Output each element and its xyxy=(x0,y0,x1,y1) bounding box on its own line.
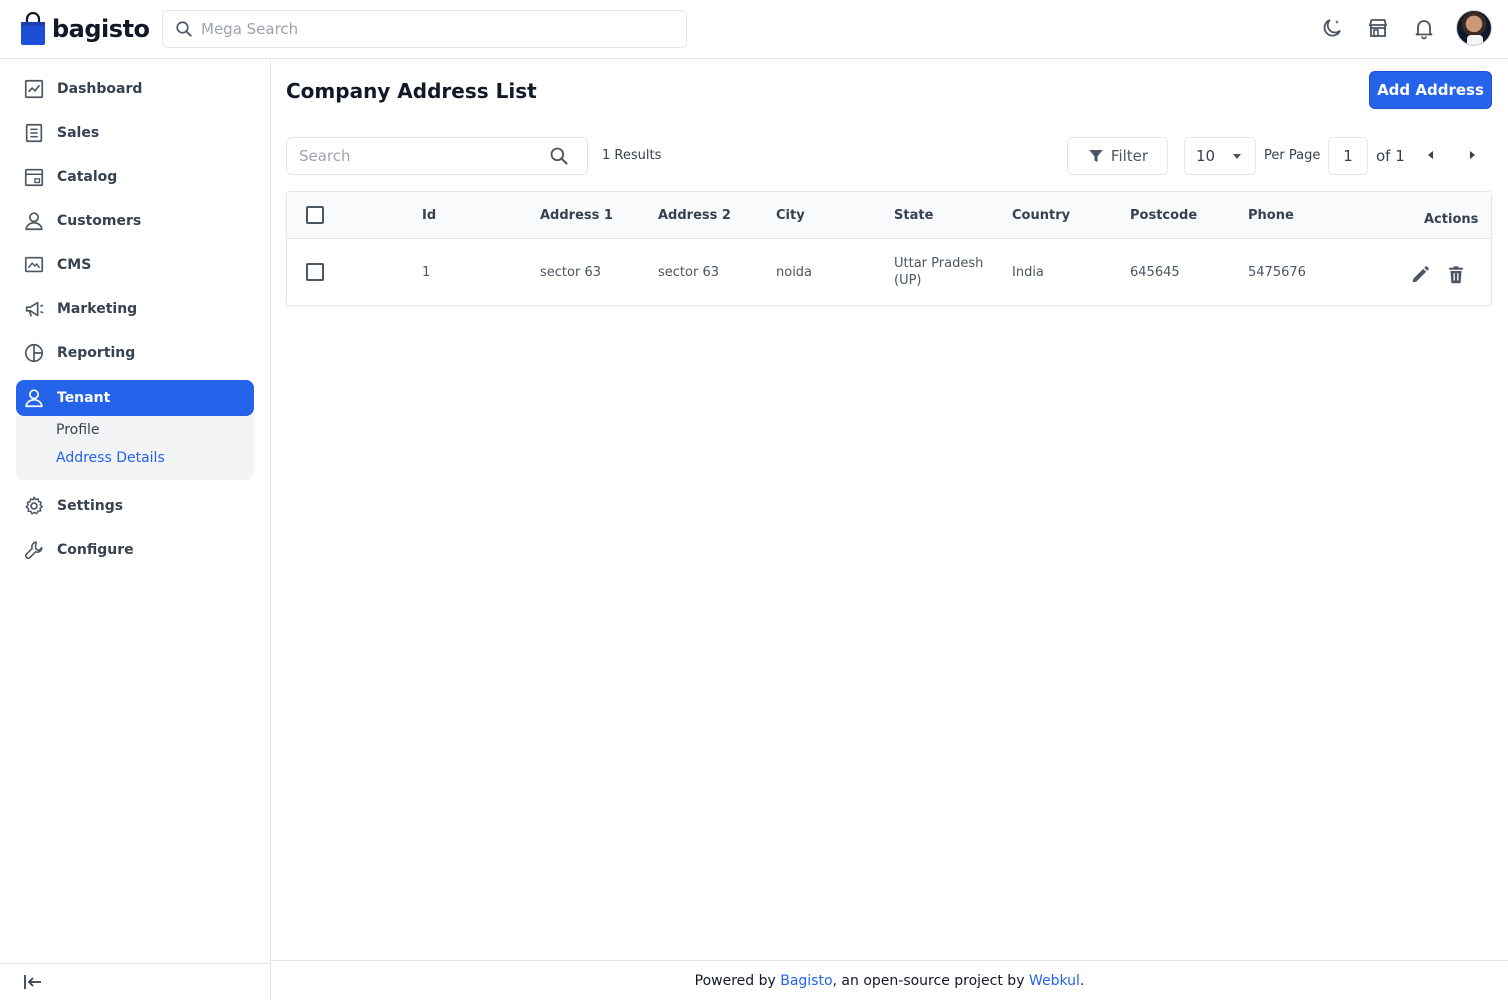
marketing-icon xyxy=(25,301,44,317)
store-icon[interactable] xyxy=(1364,14,1392,42)
avatar[interactable] xyxy=(1456,10,1492,46)
datagrid-search-input[interactable] xyxy=(299,147,549,165)
sidebar-item-configure[interactable]: Configure xyxy=(16,532,254,568)
page-title: Company Address List xyxy=(286,79,537,103)
search-icon[interactable] xyxy=(549,146,569,166)
cell-id: 1 xyxy=(422,265,431,280)
sidebar-collapse-bar xyxy=(0,963,270,1000)
per-page-label: Per Page xyxy=(1264,148,1321,163)
sidebar-item-label: CMS xyxy=(57,257,92,273)
footer-prefix: Powered by xyxy=(694,972,781,989)
select-all-checkbox[interactable] xyxy=(306,206,324,224)
sidebar-item-label: Customers xyxy=(57,213,142,229)
table-header: Id Address 1 Address 2 City State Countr… xyxy=(287,192,1491,239)
sidebar-item-label: Reporting xyxy=(57,345,136,361)
sidebar-item-label: Dashboard xyxy=(57,81,143,97)
cms-icon xyxy=(24,256,44,273)
sidebar-item-label: Settings xyxy=(57,498,124,514)
cell-address1: sector 63 xyxy=(540,265,601,280)
filter-label: Filter xyxy=(1110,147,1149,165)
sidebar-item-reporting[interactable]: Reporting xyxy=(16,335,254,371)
search-icon xyxy=(176,21,192,37)
per-page-select[interactable]: 10 xyxy=(1184,137,1256,175)
moon-icon[interactable] xyxy=(1318,14,1346,42)
cell-postcode: 645645 xyxy=(1130,265,1180,280)
column-header-address1[interactable]: Address 1 xyxy=(540,208,613,223)
column-header-country[interactable]: Country xyxy=(1012,208,1070,223)
total-pages: of 1 xyxy=(1376,147,1405,165)
edit-icon[interactable] xyxy=(1408,263,1432,287)
sidebar-item-label: Marketing xyxy=(57,301,138,317)
filter-icon xyxy=(1089,150,1103,162)
configure-icon xyxy=(24,541,43,560)
delete-icon[interactable] xyxy=(1444,263,1468,287)
top-bar: bagisto xyxy=(0,0,1508,59)
cell-phone: 5475676 xyxy=(1248,265,1306,280)
previous-page-icon[interactable] xyxy=(1421,145,1441,165)
bell-icon[interactable] xyxy=(1410,14,1438,42)
brand-logo[interactable]: bagisto xyxy=(20,12,150,46)
sidebar: Dashboard Sales Catalog Customers CMS Ma… xyxy=(0,59,271,1000)
mega-search-input[interactable] xyxy=(201,20,661,38)
cell-city: noida xyxy=(776,265,813,280)
tenant-submenu: Profile Address Details xyxy=(16,416,254,480)
bagisto-link[interactable]: Bagisto xyxy=(780,973,832,989)
sidebar-item-cms[interactable]: CMS xyxy=(16,247,254,283)
cell-state: Uttar Pradesh (UP) xyxy=(894,256,984,288)
footer: Powered by Bagisto , an open-source proj… xyxy=(271,960,1508,1000)
sidebar-item-label: Tenant xyxy=(57,390,111,406)
brand-name: bagisto xyxy=(52,15,150,43)
column-header-phone[interactable]: Phone xyxy=(1248,208,1294,223)
sidebar-item-sales[interactable]: Sales xyxy=(16,115,254,151)
next-page-icon[interactable] xyxy=(1462,145,1482,165)
sidebar-item-customers[interactable]: Customers xyxy=(16,203,254,239)
submenu-item-profile[interactable]: Profile xyxy=(56,422,100,438)
address-table: Id Address 1 Address 2 City State Countr… xyxy=(286,191,1492,306)
filter-button[interactable]: Filter xyxy=(1067,137,1168,175)
tenant-icon xyxy=(25,389,43,408)
customers-icon xyxy=(25,212,43,231)
sidebar-item-label: Configure xyxy=(57,542,134,558)
catalog-icon xyxy=(24,168,44,187)
footer-middle: , an open-source project by xyxy=(832,972,1029,989)
column-header-id[interactable]: Id xyxy=(422,208,436,223)
add-address-button[interactable]: Add Address xyxy=(1369,71,1492,109)
column-header-address2[interactable]: Address 2 xyxy=(658,208,731,223)
shopping-bag-icon xyxy=(21,12,45,45)
main-content: Company Address List Add Address 1 Resul… xyxy=(271,59,1508,1000)
reporting-icon xyxy=(24,343,44,363)
footer-suffix: . xyxy=(1079,972,1085,989)
webkul-link[interactable]: Webkul xyxy=(1029,973,1080,989)
collapse-sidebar-icon[interactable] xyxy=(22,973,44,991)
sidebar-item-dashboard[interactable]: Dashboard xyxy=(16,71,254,107)
column-header-actions: Actions xyxy=(1424,212,1479,227)
per-page-value: 10 xyxy=(1196,147,1216,165)
sidebar-item-label: Catalog xyxy=(57,169,118,185)
cell-address2: sector 63 xyxy=(658,265,719,280)
sidebar-item-catalog[interactable]: Catalog xyxy=(16,159,254,195)
header-actions xyxy=(1318,10,1492,46)
column-header-postcode[interactable]: Postcode xyxy=(1130,208,1197,223)
dashboard-icon xyxy=(24,79,44,99)
cell-country: India xyxy=(1012,265,1044,280)
current-page-input[interactable] xyxy=(1328,137,1368,175)
row-checkbox[interactable] xyxy=(306,263,324,281)
mega-search-box[interactable] xyxy=(162,10,687,48)
sidebar-item-settings[interactable]: Settings xyxy=(16,488,254,524)
sidebar-item-label: Sales xyxy=(57,125,100,141)
column-header-state[interactable]: State xyxy=(894,208,933,223)
submenu-item-address-details[interactable]: Address Details xyxy=(56,450,165,466)
column-header-city[interactable]: City xyxy=(776,208,805,223)
sidebar-item-marketing[interactable]: Marketing xyxy=(16,291,254,327)
sales-icon xyxy=(25,123,43,143)
settings-icon xyxy=(25,496,43,515)
sidebar-item-tenant[interactable]: Tenant xyxy=(16,380,254,416)
caret-down-icon xyxy=(1233,154,1242,159)
datagrid-search-box[interactable] xyxy=(286,137,588,175)
results-count: 1 Results xyxy=(602,148,662,163)
